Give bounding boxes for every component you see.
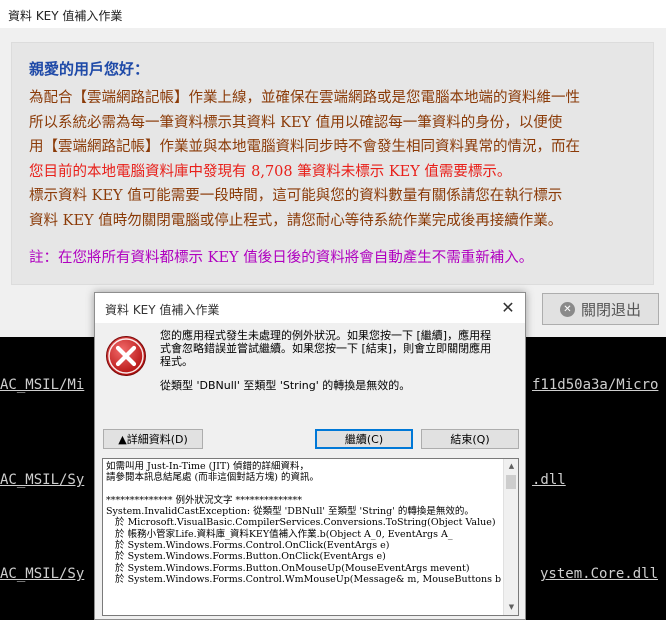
details-scrollbar[interactable]: ▲ ▼ xyxy=(503,459,518,615)
notice-line: 用【雲端網路記帳】作業並與本地電腦資料同步時不會發生相同資料異常的情況，而在 xyxy=(29,139,580,155)
notice-line: 為配合【雲端網路記帳】作業上線，並確保在雲端網路或是您電腦本地端的資料維一性 xyxy=(29,90,580,106)
details-textbox[interactable]: 如需叫用 Just-In-Time (JIT) 偵錯的詳細資料， 請參閱本訊息結… xyxy=(102,458,519,616)
exception-dialog: 資料 KEY 值補入作業 ✕ 您的應用程式發生未處理的例外狀況。如果您按一下 [… xyxy=(94,292,526,620)
console-line: ystem.Core.dll xyxy=(540,566,659,582)
console-line: .dll xyxy=(532,472,566,488)
main-titlebar: 資料 KEY 值補入作業 xyxy=(0,0,666,28)
notice-panel: 親愛的用戶您好： 為配合【雲端網路記帳】作業上線，並確保在雲端網路或是您電腦本地… xyxy=(11,42,654,285)
notice-note: 註：在您將所有資料都標示 KEY 值後日後的資料將會自動產生不需重新補入。 xyxy=(29,250,534,266)
console-line: AC_MSIL/Sy xyxy=(0,566,85,582)
continue-button[interactable]: 繼續(C) xyxy=(315,429,413,449)
console-line: AC_MSIL/Mi xyxy=(0,377,85,393)
details-button[interactable]: ▲詳細資料(D) xyxy=(103,429,203,449)
notice-body: 為配合【雲端網路記帳】作業上線，並確保在雲端網路或是您電腦本地端的資料維一性 所… xyxy=(29,86,649,233)
notice-line: 所以系統必需為每一筆資料標示其資料 KEY 值用以確認每一筆資料的身份，以便使 xyxy=(29,114,563,131)
close-exit-label: 關閉退出 xyxy=(580,300,641,319)
quit-button[interactable]: 結束(Q) xyxy=(421,429,519,449)
dialog-error-text: 從類型 'DBNull' 至類型 'String' 的轉換是無效的。 xyxy=(160,379,411,392)
notice-line: 資料 KEY 值時勿關閉電腦或停止程式，請您耐心等待系統作業完成後再接續作業。 xyxy=(29,212,563,229)
close-exit-button[interactable]: ✕ 關閉退出 xyxy=(542,293,659,325)
dialog-titlebar: 資料 KEY 值補入作業 ✕ xyxy=(95,293,525,323)
notice-heading: 親愛的用戶您好： xyxy=(29,60,150,78)
main-window-title: 資料 KEY 值補入作業 xyxy=(8,9,123,23)
scroll-up-arrow-icon[interactable]: ▲ xyxy=(504,459,518,474)
notice-record-count-line: 您目前的本地電腦資料庫中發現有 8,708 筆資料未標示 KEY 值需要標示。 xyxy=(29,163,512,180)
error-icon xyxy=(106,336,146,376)
scroll-down-arrow-icon[interactable]: ▼ xyxy=(504,600,518,615)
close-circle-icon: ✕ xyxy=(559,301,575,317)
dialog-close-button[interactable]: ✕ xyxy=(497,297,519,319)
console-line: f11d50a3a/Micro xyxy=(532,377,659,393)
dialog-title: 資料 KEY 值補入作業 xyxy=(105,303,220,317)
notice-line: 標示資料 KEY 值可能需要一段時間，這可能與您的資料數量有關係請您在執行標示 xyxy=(29,188,563,204)
dialog-message: 您的應用程式發生未處理的例外狀況。如果您按一下 [繼續]，應用程式會忽略錯誤並嘗… xyxy=(160,329,492,368)
console-line: AC_MSIL/Sy xyxy=(0,472,85,488)
scroll-thumb[interactable] xyxy=(506,475,516,489)
details-text: 如需叫用 Just-In-Time (JIT) 偵錯的詳細資料， 請參閱本訊息結… xyxy=(106,461,501,585)
